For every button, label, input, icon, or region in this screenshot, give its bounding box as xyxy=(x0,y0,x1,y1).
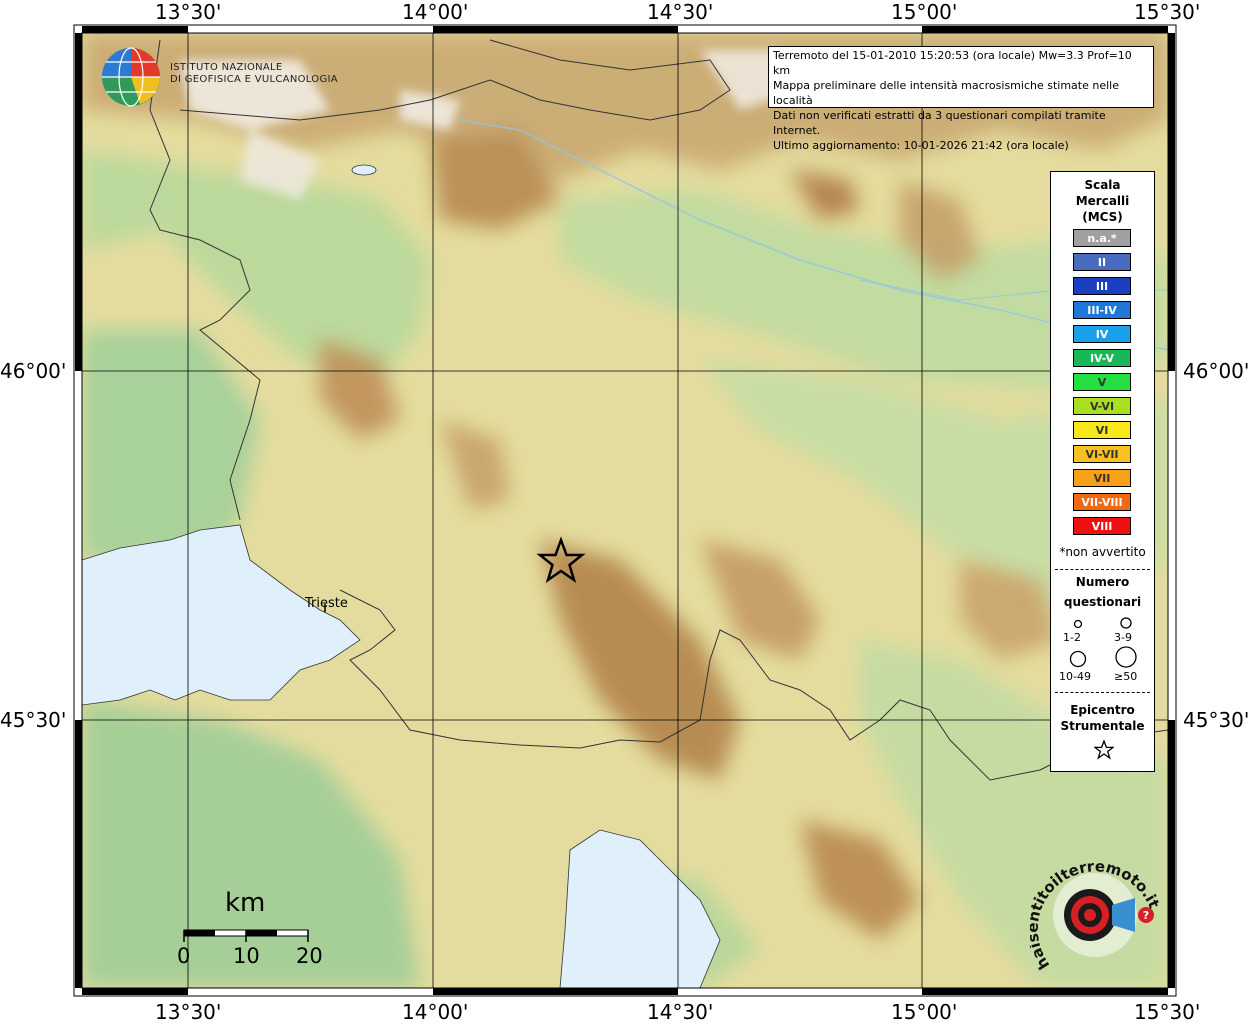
count-label: ≥50 xyxy=(1114,670,1138,683)
mcs-class-swatch: IV xyxy=(1073,325,1131,343)
mcs-class-swatch: II xyxy=(1073,253,1131,271)
event-info-line: Ultimo aggiornamento: 10-01-2026 21:42 (… xyxy=(773,139,1069,152)
lon-tick-bottom: 14°30' xyxy=(647,1000,714,1024)
circle-medium-icon xyxy=(1120,617,1132,629)
scale-label: 10 xyxy=(233,944,260,968)
mcs-class-swatch: VII-VIII xyxy=(1073,493,1131,511)
count-label: 10-49 xyxy=(1059,670,1091,683)
mcs-class-swatch: V-VI xyxy=(1073,397,1131,415)
lon-tick-top: 13°30' xyxy=(155,0,222,24)
lon-tick-bottom: 15°00' xyxy=(891,1000,958,1024)
lon-tick-top: 14°30' xyxy=(647,0,714,24)
logo-line2: DI GEOFISICA E VULCANOLOGIA xyxy=(170,74,338,85)
event-info-line: Mappa preliminare delle intensità macros… xyxy=(773,79,1119,107)
scale-label: 0 xyxy=(177,944,191,968)
mcs-class-swatch: IV-V xyxy=(1073,349,1131,367)
lon-tick-bottom: 15°30' xyxy=(1134,1000,1201,1024)
lat-tick-left: 46°00' xyxy=(0,359,67,383)
intensity-legend: Scala Mercalli (MCS) n.a.* II III III-IV IV I… xyxy=(1050,171,1155,772)
count-label: 3-9 xyxy=(1114,631,1132,644)
mcs-class-swatch: VI xyxy=(1073,421,1131,439)
legend-divider xyxy=(1055,692,1150,693)
svg-text:haisentitoilterremoto.it: haisentitoilterremoto.it xyxy=(1030,857,1160,973)
legend-divider xyxy=(1055,569,1150,570)
mcs-class-swatch: VIII xyxy=(1073,517,1131,535)
mcs-class-swatch: VI-VII xyxy=(1073,445,1131,463)
mcs-class-swatch: III-IV xyxy=(1073,301,1131,319)
count-title-1: Numero xyxy=(1075,575,1130,589)
event-info-box: Terremoto del 15-01-2010 15:20:53 (ora l… xyxy=(768,46,1154,152)
city-label-trieste: Trieste xyxy=(305,596,348,611)
legend-title-2: Mercalli xyxy=(1075,194,1130,208)
lon-tick-top: 15°00' xyxy=(891,0,958,24)
circle-large-icon xyxy=(1069,650,1087,668)
terrain-relief xyxy=(82,33,1168,988)
lon-tick-bottom: 14°00' xyxy=(402,1000,469,1024)
legend-title-3: (MCS) xyxy=(1082,210,1123,224)
mcs-class-swatch: III xyxy=(1073,277,1131,295)
lon-tick-top: 15°30' xyxy=(1134,0,1201,24)
count-label: 1-2 xyxy=(1063,631,1081,644)
lon-tick-top: 14°00' xyxy=(402,0,469,24)
mcs-class-swatch: V xyxy=(1073,373,1131,391)
legend-star-icon xyxy=(1094,740,1114,760)
event-info-line: Dati non verificati estratti da 3 questi… xyxy=(773,109,1106,137)
mcs-class-swatch: n.a.* xyxy=(1073,229,1131,247)
brand-text: haisentitoilterremoto.it xyxy=(1030,857,1160,973)
scale-title: km xyxy=(225,888,266,918)
circle-xlarge-icon xyxy=(1115,646,1137,668)
scale-label: 20 xyxy=(296,944,323,968)
ingv-logo-text: ISTITUTO NAZIONALE DI GEOFISICA E VULCAN… xyxy=(170,62,338,86)
count-title-2: questionari xyxy=(1063,595,1142,609)
legend-title-1: Scala xyxy=(1084,178,1121,192)
lon-tick-bottom: 13°30' xyxy=(155,1000,222,1024)
lat-tick-left: 45°30' xyxy=(0,708,67,732)
circle-small-icon xyxy=(1073,619,1083,629)
logo-line1: ISTITUTO NAZIONALE xyxy=(170,62,283,73)
mcs-class-swatch: VII xyxy=(1073,469,1131,487)
brand-text-path: haisentitoilterremoto.it xyxy=(1030,857,1160,973)
event-info-line: Terremoto del 15-01-2010 15:20:53 (ora l… xyxy=(773,49,1132,77)
epicenter-title-1: Epicentro xyxy=(1070,703,1135,717)
epicenter-title-2: Strumentale xyxy=(1060,719,1145,733)
ingv-logo-icon xyxy=(102,47,160,107)
not-felt-note: *non avvertito xyxy=(1059,545,1146,559)
lat-tick-right: 46°00' xyxy=(1183,359,1250,383)
lat-tick-right: 45°30' xyxy=(1183,708,1250,732)
